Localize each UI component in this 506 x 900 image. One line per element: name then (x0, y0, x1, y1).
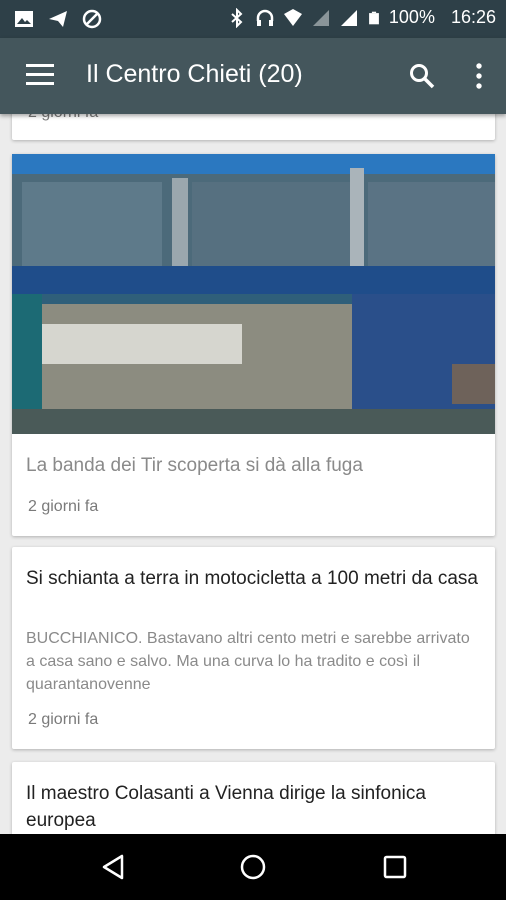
navigation-bar (0, 834, 506, 900)
bluetooth-icon (231, 7, 243, 28)
article-summary: BUCCHIANICO. Bastavano altri cento metri… (26, 630, 470, 693)
page-title: Il Centro Chieti (20) (86, 60, 303, 88)
status-bar: 100% 16:26 (0, 0, 506, 38)
article-time: 2 giorni fa (28, 114, 98, 122)
image-icon (15, 11, 33, 27)
back-icon[interactable] (98, 852, 128, 882)
article-card[interactable]: Il maestro Colasanti a Vienna dirige la … (12, 762, 495, 834)
home-icon[interactable] (238, 852, 268, 882)
article-card[interactable]: 2 giorni fa (12, 114, 495, 140)
block-icon (82, 9, 102, 29)
search-icon[interactable] (408, 62, 436, 90)
signal-icon (340, 9, 357, 26)
more-vert-icon[interactable] (474, 62, 484, 90)
article-title: Il maestro Colasanti a Vienna dirige la … (26, 783, 426, 831)
send-icon (49, 11, 67, 27)
article-time: 2 giorni fa (28, 498, 99, 515)
battery-level: 100% (388, 7, 435, 27)
battery-icon (369, 11, 379, 24)
headset-icon (256, 9, 274, 26)
article-card[interactable]: La banda dei Tir scoperta si dà alla fug… (12, 154, 495, 536)
menu-icon[interactable] (26, 64, 54, 88)
article-time: 2 giorni fa (28, 711, 99, 728)
article-card[interactable]: Si schianta a terra in motocicletta a 10… (12, 547, 495, 749)
article-title: Si schianta a terra in motocicletta a 10… (26, 568, 479, 589)
app-bar: Il Centro Chieti (20) (0, 38, 506, 114)
article-list[interactable]: 2 giorni fa La ban (0, 114, 506, 834)
article-image (12, 154, 495, 434)
wifi-icon (283, 8, 302, 26)
recents-icon[interactable] (380, 852, 410, 882)
clock: 16:26 (450, 7, 496, 27)
signal-icon (312, 9, 329, 26)
article-title: La banda dei Tir scoperta si dà alla fug… (26, 455, 363, 476)
